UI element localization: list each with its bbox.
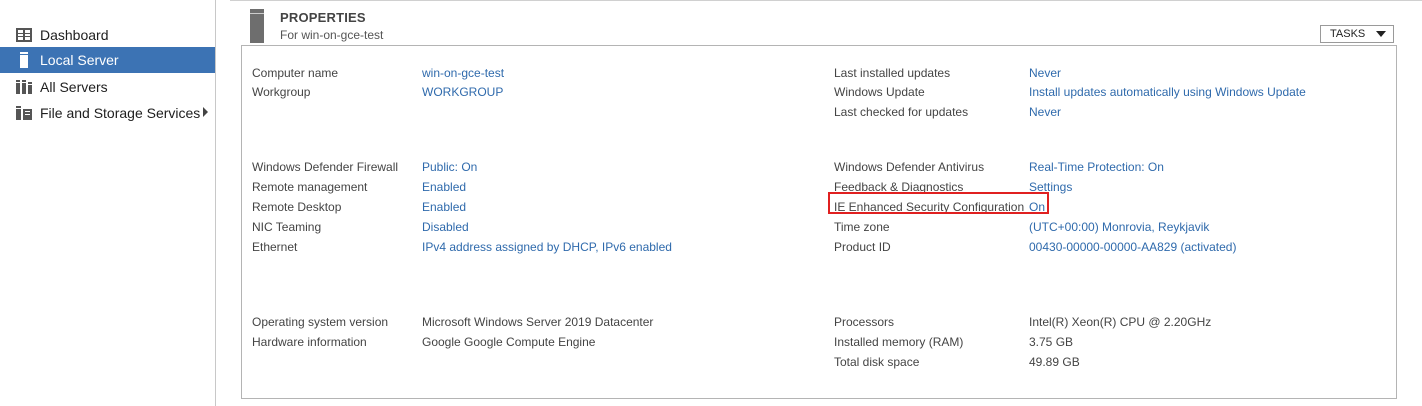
property-label: Installed memory (RAM) (834, 335, 964, 349)
processors-value: Intel(R) Xeon(R) CPU @ 2.20GHz (1029, 315, 1212, 329)
last-checked-updates-link[interactable]: Never (1029, 105, 1061, 119)
sidebar-item-dashboard[interactable]: Dashboard (0, 22, 215, 48)
property-label: Windows Defender Antivirus (834, 160, 985, 174)
last-installed-updates-link[interactable]: Never (1029, 66, 1061, 80)
sidebar-item-label: All Servers (40, 79, 108, 95)
main-content: PROPERTIES For win-on-gce-test TASKS Com… (216, 0, 1422, 406)
property-label: NIC Teaming (252, 220, 322, 234)
property-label: Last installed updates (834, 66, 951, 80)
windows-update-link[interactable]: Install updates automatically using Wind… (1029, 85, 1306, 99)
product-id-link[interactable]: 00430-00000-00000-AA829 (activated) (1029, 240, 1236, 254)
page-subtitle: For win-on-gce-test (280, 28, 384, 42)
sidebar-item-file-and-storage-services[interactable]: File and Storage Services (0, 100, 215, 126)
divider (230, 0, 1422, 1)
dropdown-arrow-icon (1376, 31, 1386, 37)
sidebar-item-local-server[interactable]: Local Server (0, 47, 215, 73)
property-label: Windows Update (834, 85, 925, 99)
property-label: Ethernet (252, 240, 298, 254)
property-label: Remote management (252, 180, 368, 194)
ethernet-link[interactable]: IPv4 address assigned by DHCP, IPv6 enab… (422, 240, 672, 254)
property-label: Workgroup (252, 85, 311, 99)
storage-icon (15, 105, 33, 121)
computer-name-link[interactable]: win-on-gce-test (422, 66, 504, 80)
sidebar-item-label: Local Server (40, 52, 119, 68)
disk-space-value: 49.89 GB (1029, 355, 1080, 369)
property-label: Remote Desktop (252, 200, 342, 214)
hardware-info-value: Google Google Compute Engine (422, 335, 596, 349)
time-zone-link[interactable]: (UTC+00:00) Monrovia, Reykjavik (1029, 220, 1209, 234)
sidebar-item-label: File and Storage Services (40, 105, 201, 121)
sidebar-item-label: Dashboard (40, 27, 109, 43)
properties-server-icon (250, 9, 264, 43)
property-label: Hardware information (252, 335, 367, 349)
remote-management-link[interactable]: Enabled (422, 180, 466, 194)
property-label: Total disk space (834, 355, 920, 369)
highlight-box (828, 192, 1049, 214)
property-label: Product ID (834, 240, 891, 254)
sidebar-item-all-servers[interactable]: All Servers (0, 74, 215, 100)
tasks-label: TASKS (1330, 28, 1366, 40)
tasks-button[interactable]: TASKS (1320, 25, 1394, 43)
nic-teaming-link[interactable]: Disabled (422, 220, 469, 234)
property-label: Processors (834, 315, 895, 329)
workgroup-link[interactable]: WORKGROUP (422, 85, 503, 99)
property-label: Last checked for updates (834, 105, 969, 119)
property-label: Operating system version (252, 315, 389, 329)
server-icon (15, 52, 33, 68)
page-title: PROPERTIES (280, 10, 366, 25)
os-version-value: Microsoft Windows Server 2019 Datacenter (422, 315, 654, 329)
servers-icon (15, 79, 33, 95)
property-label: Windows Defender Firewall (252, 160, 399, 174)
remote-desktop-link[interactable]: Enabled (422, 200, 466, 214)
properties-panel: Computer name win-on-gce-test Workgroup … (241, 45, 1397, 399)
property-label: Time zone (834, 220, 890, 234)
firewall-link[interactable]: Public: On (422, 160, 477, 174)
property-label: Computer name (252, 66, 339, 80)
sidebar: Dashboard Local Server All Servers File … (0, 0, 216, 406)
antivirus-link[interactable]: Real-Time Protection: On (1029, 160, 1164, 174)
chevron-right-icon (203, 107, 208, 117)
dashboard-icon (15, 27, 33, 43)
memory-value: 3.75 GB (1029, 335, 1074, 349)
